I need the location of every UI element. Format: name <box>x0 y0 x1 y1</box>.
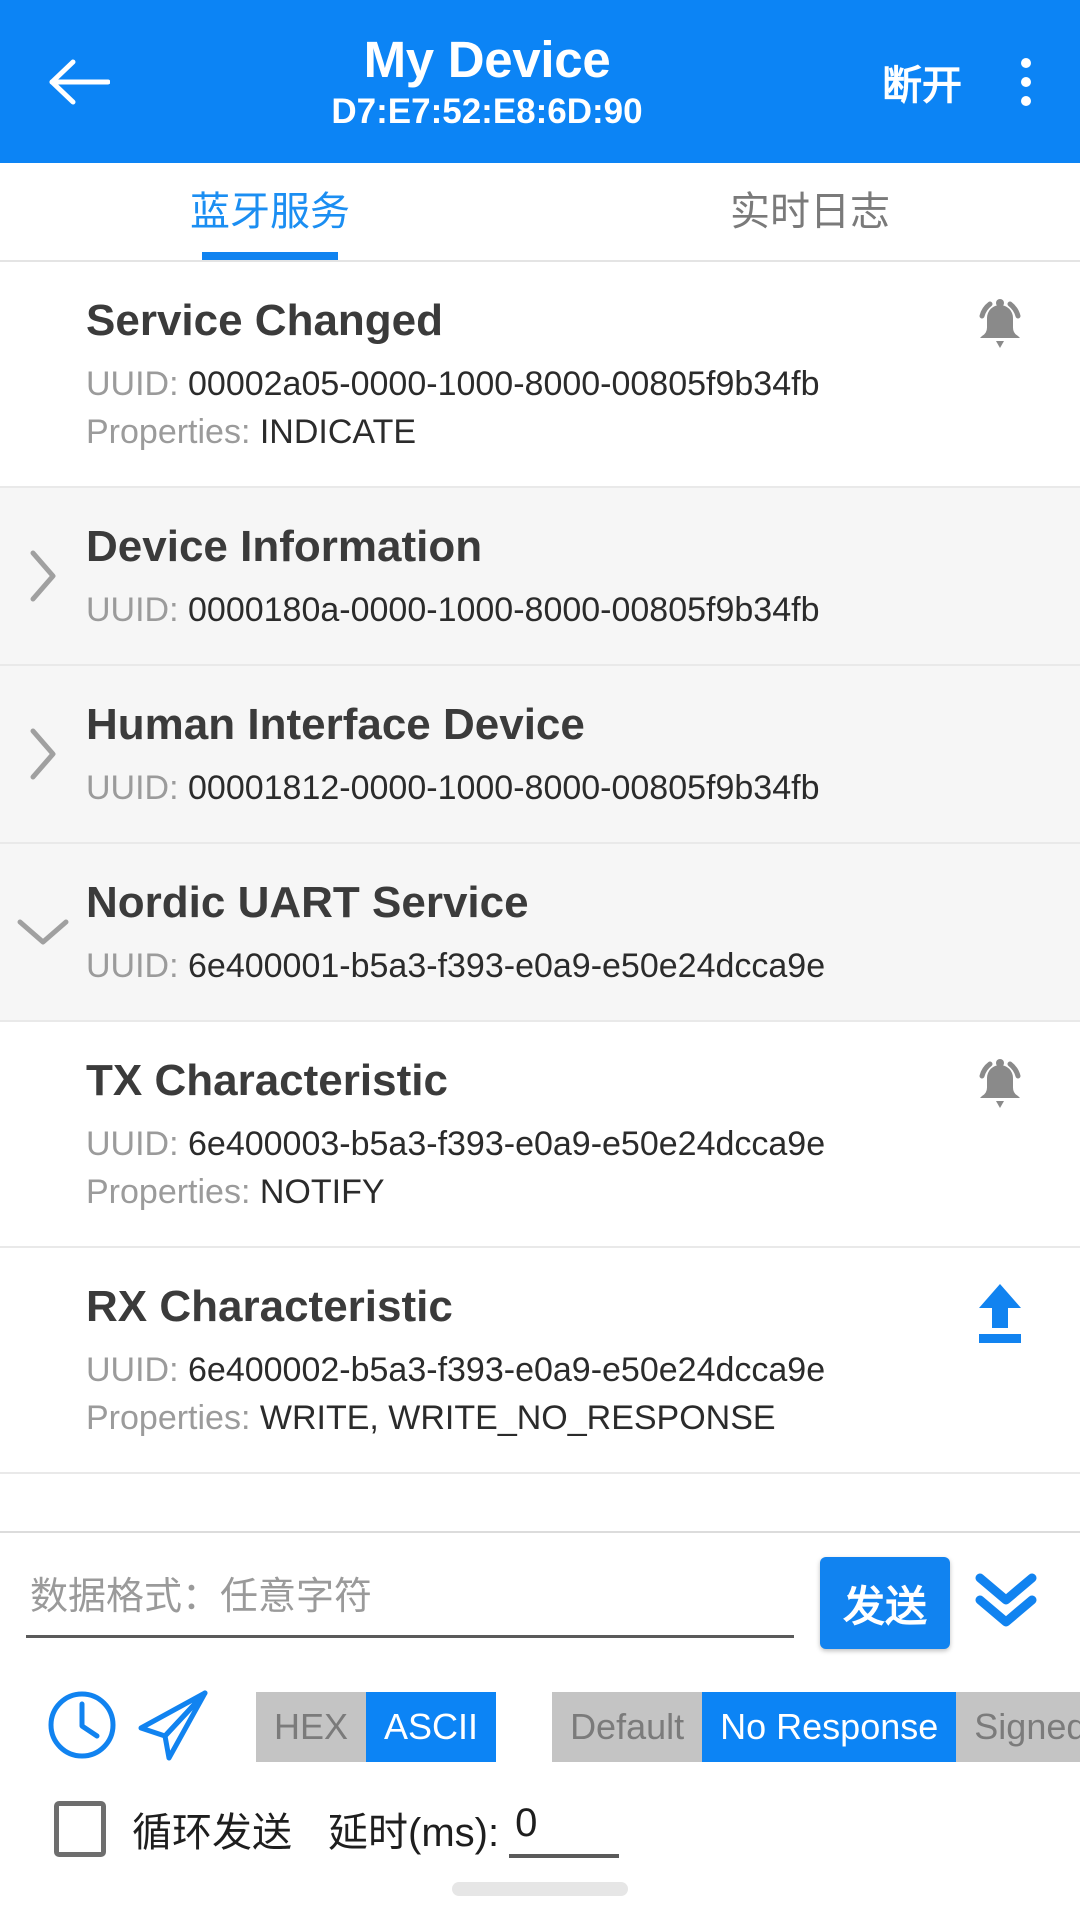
notify-toggle-button[interactable] <box>958 1056 1042 1140</box>
data-input-wrapper <box>26 1562 794 1644</box>
tab-realtime-log[interactable]: 实时日志 <box>540 163 1080 260</box>
characteristic-properties: Properties: NOTIFY <box>86 1168 958 1216</box>
data-input[interactable] <box>26 1562 794 1638</box>
write-button[interactable] <box>958 1282 1042 1366</box>
loop-send-label: 循环发送 <box>132 1810 292 1855</box>
dot <box>1021 57 1031 68</box>
device-address: D7:E7:52:E8:6D:90 <box>331 91 643 131</box>
segment-hex[interactable]: HEX <box>256 1692 367 1762</box>
collapse-toggle[interactable] <box>0 912 86 953</box>
list-item[interactable]: TX Characteristic UUID: 6e400003-b5a3-f3… <box>0 1022 1080 1248</box>
list-item-text: TX Characteristic UUID: 6e400003-b5a3-f3… <box>0 1052 958 1216</box>
expand-toggle[interactable] <box>0 723 86 786</box>
list-item[interactable]: Human Interface Device UUID: 00001812-00… <box>0 666 1080 844</box>
chevron-down-icon <box>16 916 70 953</box>
loop-send-checkbox[interactable] <box>54 1800 106 1857</box>
service-name: Human Interface Device <box>86 700 585 749</box>
paper-plane-icon <box>135 1688 213 1767</box>
bell-ring-icon <box>970 1056 1030 1123</box>
uuid-value: 6e400001-b5a3-f393-e0a9-e50e24dcca9e <box>188 947 826 985</box>
characteristic-name: TX Characteristic <box>86 1056 448 1105</box>
characteristic-uuid: UUID: 6e400003-b5a3-f393-e0a9-e50e24dcca… <box>86 1120 958 1168</box>
service-uuid: UUID: 6e400001-b5a3-f393-e0a9-e50e24dcca… <box>86 942 1042 990</box>
format-segment-group: HEX ASCII <box>256 1692 497 1762</box>
bell-ring-icon <box>970 296 1030 363</box>
tab-label: 蓝牙服务 <box>190 189 350 234</box>
service-name: Device Information <box>86 522 483 571</box>
dot <box>1021 76 1031 87</box>
properties-label: Properties: <box>86 1399 251 1437</box>
characteristic-name: RX Characteristic <box>86 1282 453 1331</box>
write-type-segment-group: Default No Response Signed <box>552 1692 1080 1762</box>
uuid-label: UUID: <box>86 591 179 629</box>
properties-label: Properties: <box>86 1173 251 1211</box>
disconnect-button[interactable]: 断开 <box>882 53 962 111</box>
send-row: 发送 <box>26 1555 1054 1651</box>
uuid-value: 6e400002-b5a3-f393-e0a9-e50e24dcca9e <box>188 1351 826 1389</box>
tab-label: 实时日志 <box>730 189 890 234</box>
segment-ascii[interactable]: ASCII <box>366 1692 497 1762</box>
list-item[interactable]: Device Information UUID: 0000180a-0000-1… <box>0 488 1080 666</box>
list-item[interactable]: Service Changed UUID: 00002a05-0000-1000… <box>0 262 1080 488</box>
characteristic-properties: Properties: WRITE, WRITE_NO_RESPONSE <box>86 1394 958 1442</box>
list-item-text: Service Changed UUID: 00002a05-0000-1000… <box>0 292 958 456</box>
characteristic-uuid: UUID: 00002a05-0000-1000-8000-00805f9b34… <box>86 360 958 408</box>
app-bar: My Device D7:E7:52:E8:6D:90 断开 <box>0 0 1080 163</box>
list-item-text: Human Interface Device UUID: 00001812-00… <box>86 696 1042 812</box>
app-bar-titles: My Device D7:E7:52:E8:6D:90 <box>92 30 882 134</box>
app-screen: My Device D7:E7:52:E8:6D:90 断开 蓝牙服务 实时日志… <box>0 0 1080 1920</box>
nav-gesture-handle[interactable] <box>452 1882 628 1896</box>
uuid-label: UUID: <box>86 1125 179 1163</box>
properties-label: Properties: <box>86 413 251 451</box>
characteristic-name: Service Changed <box>86 296 444 345</box>
uuid-label: UUID: <box>86 947 179 985</box>
uuid-value: 00001812-0000-1000-8000-00805f9b34fb <box>188 769 820 807</box>
dot <box>1021 95 1031 106</box>
properties-value: INDICATE <box>259 413 417 451</box>
list-item[interactable]: Nordic UART Service UUID: 6e400001-b5a3-… <box>0 844 1080 1022</box>
properties-value: WRITE, WRITE_NO_RESPONSE <box>259 1399 776 1437</box>
expand-panel-button[interactable] <box>958 1555 1054 1651</box>
list-item[interactable]: RX Characteristic UUID: 6e400002-b5a3-f3… <box>0 1248 1080 1474</box>
expand-toggle[interactable] <box>0 545 86 608</box>
uuid-value: 0000180a-0000-1000-8000-00805f9b34fb <box>188 591 820 629</box>
uuid-label: UUID: <box>86 769 179 807</box>
list-item-text: RX Characteristic UUID: 6e400002-b5a3-f3… <box>0 1278 958 1442</box>
quick-send-button[interactable] <box>128 1681 220 1773</box>
history-button[interactable] <box>36 1681 128 1773</box>
service-list[interactable]: Service Changed UUID: 00002a05-0000-1000… <box>0 262 1080 1531</box>
tab-bluetooth-services[interactable]: 蓝牙服务 <box>0 163 540 260</box>
segment-signed[interactable]: Signed <box>956 1692 1080 1762</box>
options-row: HEX ASCII Default No Response Signed <box>26 1681 1080 1773</box>
uuid-label: UUID: <box>86 365 179 403</box>
more-vertical-icon[interactable] <box>998 39 1054 125</box>
delay-input[interactable] <box>509 1799 620 1858</box>
chevron-right-icon <box>27 549 59 608</box>
upload-icon <box>971 1282 1029 1349</box>
composer: 发送 <box>0 1531 1080 1858</box>
delay-label: 延时(ms): <box>328 1810 500 1855</box>
page-title: My Device <box>363 30 611 88</box>
system-nav-bar <box>0 1858 1080 1920</box>
characteristic-properties: Properties: INDICATE <box>86 408 958 456</box>
segment-default[interactable]: Default <box>552 1692 703 1762</box>
send-button[interactable]: 发送 <box>820 1557 950 1649</box>
list-item-text: Device Information UUID: 0000180a-0000-1… <box>86 518 1042 634</box>
segment-no-response[interactable]: No Response <box>702 1692 957 1762</box>
uuid-label: UUID: <box>86 1351 179 1389</box>
tab-bar: 蓝牙服务 实时日志 <box>0 163 1080 262</box>
service-name: Nordic UART Service <box>86 878 529 927</box>
uuid-value: 00002a05-0000-1000-8000-00805f9b34fb <box>188 365 820 403</box>
uuid-value: 6e400003-b5a3-f393-e0a9-e50e24dcca9e <box>188 1125 826 1163</box>
chevron-right-icon <box>27 727 59 786</box>
notify-toggle-button[interactable] <box>958 296 1042 380</box>
properties-value: NOTIFY <box>259 1173 385 1211</box>
characteristic-uuid: UUID: 6e400002-b5a3-f393-e0a9-e50e24dcca… <box>86 1346 958 1394</box>
clock-icon <box>45 1688 119 1767</box>
list-item-text: Nordic UART Service UUID: 6e400001-b5a3-… <box>86 874 1042 990</box>
chevron-double-down-icon <box>970 1568 1042 1639</box>
service-uuid: UUID: 0000180a-0000-1000-8000-00805f9b34… <box>86 586 1042 634</box>
service-uuid: UUID: 00001812-0000-1000-8000-00805f9b34… <box>86 764 1042 812</box>
loop-send-row: 循环发送 延时(ms): <box>26 1799 1054 1858</box>
